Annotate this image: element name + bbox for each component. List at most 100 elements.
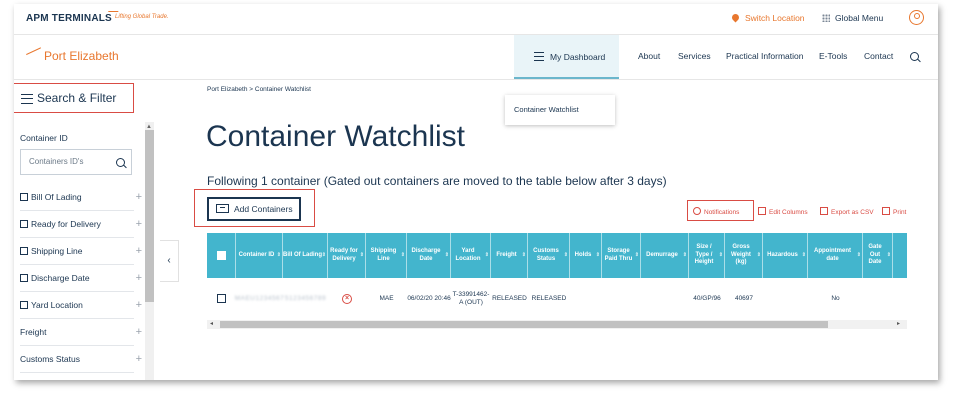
column-header[interactable]: Holds [570, 233, 602, 278]
column-header[interactable]: Discharge Date [407, 233, 451, 278]
export-csv-button[interactable]: Export as CSV [820, 207, 874, 216]
container-id-label: Container ID [20, 133, 68, 143]
edit-columns-label: Edit Columns [769, 209, 808, 216]
container-card-icon [216, 204, 229, 213]
filter-checkbox[interactable] [20, 274, 28, 282]
nav-link-services[interactable]: Services [678, 51, 711, 61]
expand-plus-icon[interactable]: + [136, 346, 142, 372]
filter-checkbox[interactable] [20, 247, 28, 255]
nav-link-e-tools[interactable]: E-Tools [819, 51, 847, 61]
column-header[interactable]: Bill Of Lading [283, 233, 328, 278]
cell-appointment-date: No [831, 294, 840, 302]
dashboard-dropdown-item[interactable]: Container Watchlist [505, 95, 615, 125]
filter-bill-of-lading[interactable]: Bill Of Lading + [20, 184, 142, 211]
brand-name[interactable]: APM TERMINALS [26, 13, 112, 24]
global-menu-label: Global Menu [835, 13, 884, 23]
column-header[interactable]: Yard Location [451, 233, 491, 278]
sidebar-scrollbar-thumb[interactable] [145, 130, 154, 302]
cell-size-type-height: 40/GP/96 [693, 294, 721, 302]
row-checkbox[interactable] [217, 294, 226, 303]
expand-plus-icon[interactable]: + [136, 238, 142, 264]
brand-tagline: Lifting Global Trade. [115, 14, 169, 20]
cell-discharge-date: 06/02/20 20:46 [407, 294, 451, 302]
nav-link-contact[interactable]: Contact [864, 51, 893, 61]
filter-label: Ready for Delivery [31, 219, 101, 229]
column-header[interactable]: Gross Weight (kg) [725, 233, 763, 278]
clock-icon [693, 207, 701, 215]
scroll-up-arrow-icon[interactable]: ▲ [146, 124, 152, 130]
filter-checkbox[interactable] [20, 193, 28, 201]
printer-icon [882, 207, 890, 215]
table-header: Container ID Bill Of Lading Ready for De… [207, 233, 907, 278]
scroll-left-arrow-icon[interactable]: ◂ [210, 320, 213, 329]
filter-label: Customs Status [20, 354, 80, 364]
column-header[interactable]: Container ID [236, 233, 283, 278]
cell-customs-status: RELEASED [531, 294, 567, 302]
expand-plus-icon[interactable]: + [136, 265, 142, 291]
switch-location-link[interactable]: Switch Location [730, 12, 805, 23]
column-header[interactable]: Appointment date [808, 233, 863, 278]
cell-container-id[interactable]: MAEU1234567 [235, 278, 284, 320]
expand-plus-icon[interactable]: + [136, 184, 142, 210]
expand-plus-icon[interactable]: + [136, 319, 142, 345]
nav-link-about[interactable]: About [638, 51, 660, 61]
document-icon [820, 207, 828, 215]
filter-checkbox[interactable] [20, 220, 28, 228]
column-header[interactable]: Shipping Line [366, 233, 407, 278]
filter-discharge-date[interactable]: Discharge Date + [20, 265, 142, 292]
port-name: Port Elizabeth [44, 49, 119, 63]
filter-ready-for-delivery[interactable]: Ready for Delivery + [20, 211, 142, 238]
column-header[interactable]: Ready for Delivery [328, 233, 366, 278]
select-all-cell [207, 233, 236, 278]
page-title: Container Watchlist [206, 120, 465, 153]
user-account-icon[interactable] [909, 10, 924, 25]
filter-checkbox[interactable] [20, 301, 28, 309]
expand-plus-icon[interactable]: + [136, 292, 142, 318]
location-pin-icon [730, 12, 741, 23]
search-filter-heading[interactable]: Search & Filter [14, 83, 134, 113]
cell-gross-weight: 40697 [734, 294, 754, 302]
logo-swoosh-icon [26, 47, 42, 66]
container-count-text: Following 1 container (Gated out contain… [207, 174, 667, 188]
pencil-icon [758, 207, 766, 215]
filter-label: Bill Of Lading [31, 192, 82, 202]
column-header[interactable]: Gate Out Date [863, 233, 893, 278]
scroll-right-arrow-icon[interactable]: ▸ [897, 320, 900, 329]
filter-customs-status[interactable]: Customs Status + [20, 346, 142, 373]
print-button[interactable]: Print [882, 207, 906, 216]
notifications-button[interactable]: Notifications [693, 207, 739, 216]
global-menu-link[interactable]: Global Menu [822, 13, 883, 23]
main-nav: Port Elizabeth My Dashboard About Servic… [14, 35, 938, 80]
my-dashboard-tab[interactable]: My Dashboard [514, 35, 619, 79]
table-scrollbar-thumb[interactable] [220, 321, 828, 328]
grid-dots-icon [822, 14, 830, 22]
container-search-icon[interactable] [116, 158, 125, 167]
filter-sliders-icon [21, 94, 33, 104]
table-row[interactable]: MAEU1234567 5123456789 × MAE 06/02/20 20… [207, 278, 907, 320]
filter-freight[interactable]: Freight + [20, 319, 142, 346]
notifications-label: Notifications [704, 209, 740, 216]
filter-shipping-line[interactable]: Shipping Line + [20, 238, 142, 265]
browser-frame: APM TERMINALS Lifting Global Trade. Swit… [14, 4, 938, 380]
column-header[interactable]: Storage Paid Thru [602, 233, 641, 278]
switch-location-label: Switch Location [745, 13, 805, 23]
column-header[interactable]: Hazardous [763, 233, 808, 278]
breadcrumb[interactable]: Port Elizabeth > Container Watchlist [207, 86, 311, 93]
select-all-checkbox[interactable] [217, 251, 226, 260]
search-filter-label: Search & Filter [37, 91, 117, 105]
column-header[interactable]: Freight [491, 233, 528, 278]
cell-shipping-line: MAE [379, 294, 394, 302]
add-containers-button[interactable]: Add Containers [207, 197, 301, 221]
not-ready-x-icon: × [342, 294, 352, 304]
column-header[interactable]: Size / Type / Height [689, 233, 725, 278]
edit-columns-button[interactable]: Edit Columns [758, 207, 808, 216]
column-header[interactable]: Demurrage [641, 233, 689, 278]
search-icon[interactable] [910, 52, 919, 61]
column-header[interactable]: Customs Status [528, 233, 570, 278]
expand-plus-icon[interactable]: + [136, 211, 142, 237]
filter-yard-location[interactable]: Yard Location + [20, 292, 142, 319]
filter-sidebar: Search & Filter Container ID Containers … [14, 80, 160, 380]
table-horizontal-scrollbar[interactable]: ◂ ▸ [207, 320, 907, 329]
port-logo[interactable]: Port Elizabeth [26, 47, 119, 66]
nav-link-practical-information[interactable]: Practical Information [726, 51, 803, 61]
